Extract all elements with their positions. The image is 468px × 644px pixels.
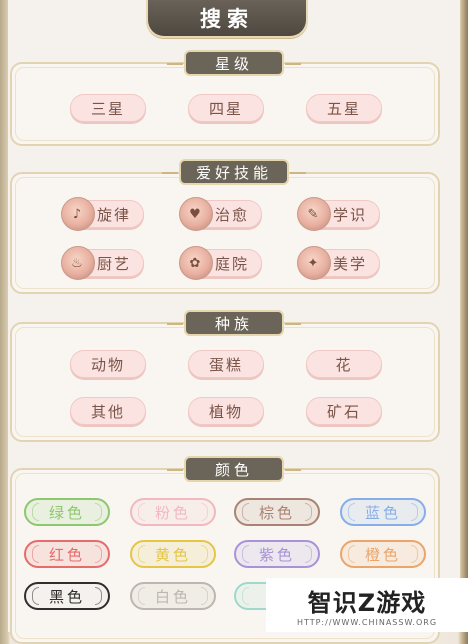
filter-color-green[interactable]: 绿色 <box>24 498 110 526</box>
filter-hobby-melody[interactable]: ♪ 旋律 <box>61 197 144 231</box>
filter-color-orange[interactable]: 橙色 <box>340 540 426 568</box>
filter-race-cake[interactable]: 蛋糕 <box>188 350 264 378</box>
section-label-hobby: 爱好技能 <box>162 159 306 185</box>
hobby-label: 旋律 <box>97 205 132 224</box>
watermark-text: 智识Z游戏 <box>307 589 427 617</box>
filter-color-pink[interactable]: 粉色 <box>130 498 216 526</box>
filter-hobby-heal[interactable]: ♥ 治愈 <box>179 197 262 231</box>
watermark: 智识Z游戏 HTTP://WWW.CHINASSW.ORG <box>266 578 468 632</box>
filter-race-animal[interactable]: 动物 <box>70 350 146 378</box>
section-label-color: 颜色 <box>167 456 301 482</box>
filter-color-purple[interactable]: 紫色 <box>234 540 320 568</box>
watermark-url: HTTP://WWW.CHINASSW.ORG <box>296 618 438 627</box>
filter-star-4[interactable]: 四星 <box>188 94 264 122</box>
filter-hobby-garden[interactable]: ✿ 庭院 <box>179 246 262 280</box>
filter-race-mineral[interactable]: 矿石 <box>306 397 382 425</box>
filter-star-5[interactable]: 五星 <box>306 94 382 122</box>
filter-color-black[interactable]: 黑色 <box>24 582 110 610</box>
filter-race-plant[interactable]: 植物 <box>188 397 264 425</box>
knowledge-icon: ✎ <box>297 197 331 231</box>
filter-race-flower[interactable]: 花 <box>306 350 382 378</box>
melody-icon: ♪ <box>61 197 95 231</box>
filter-star-3[interactable]: 三星 <box>70 94 146 122</box>
hobby-label: 学识 <box>333 205 368 224</box>
filter-color-red[interactable]: 红色 <box>24 540 110 568</box>
heal-icon: ♥ <box>179 197 213 231</box>
section-label-race: 种族 <box>167 310 301 336</box>
garden-icon: ✿ <box>179 246 213 280</box>
filter-color-yellow[interactable]: 黄色 <box>130 540 216 568</box>
hobby-label: 治愈 <box>215 205 250 224</box>
hobby-label: 美学 <box>333 254 368 273</box>
hobby-label: 庭院 <box>215 254 250 273</box>
filter-color-brown[interactable]: 棕色 <box>234 498 320 526</box>
filter-hobby-knowledge[interactable]: ✎ 学识 <box>297 197 380 231</box>
section-label-star: 星级 <box>167 50 301 76</box>
aesthetics-icon: ✦ <box>297 246 331 280</box>
hobby-label: 厨艺 <box>97 254 132 273</box>
filter-hobby-aesthetics[interactable]: ✦ 美学 <box>297 246 380 280</box>
cooking-icon: ♨ <box>61 246 95 280</box>
filter-color-white[interactable]: 白色 <box>130 582 216 610</box>
filter-hobby-cooking[interactable]: ♨ 厨艺 <box>61 246 144 280</box>
filter-color-blue[interactable]: 蓝色 <box>340 498 426 526</box>
filter-race-other[interactable]: 其他 <box>70 397 146 425</box>
page-title: 搜索 <box>146 0 308 38</box>
